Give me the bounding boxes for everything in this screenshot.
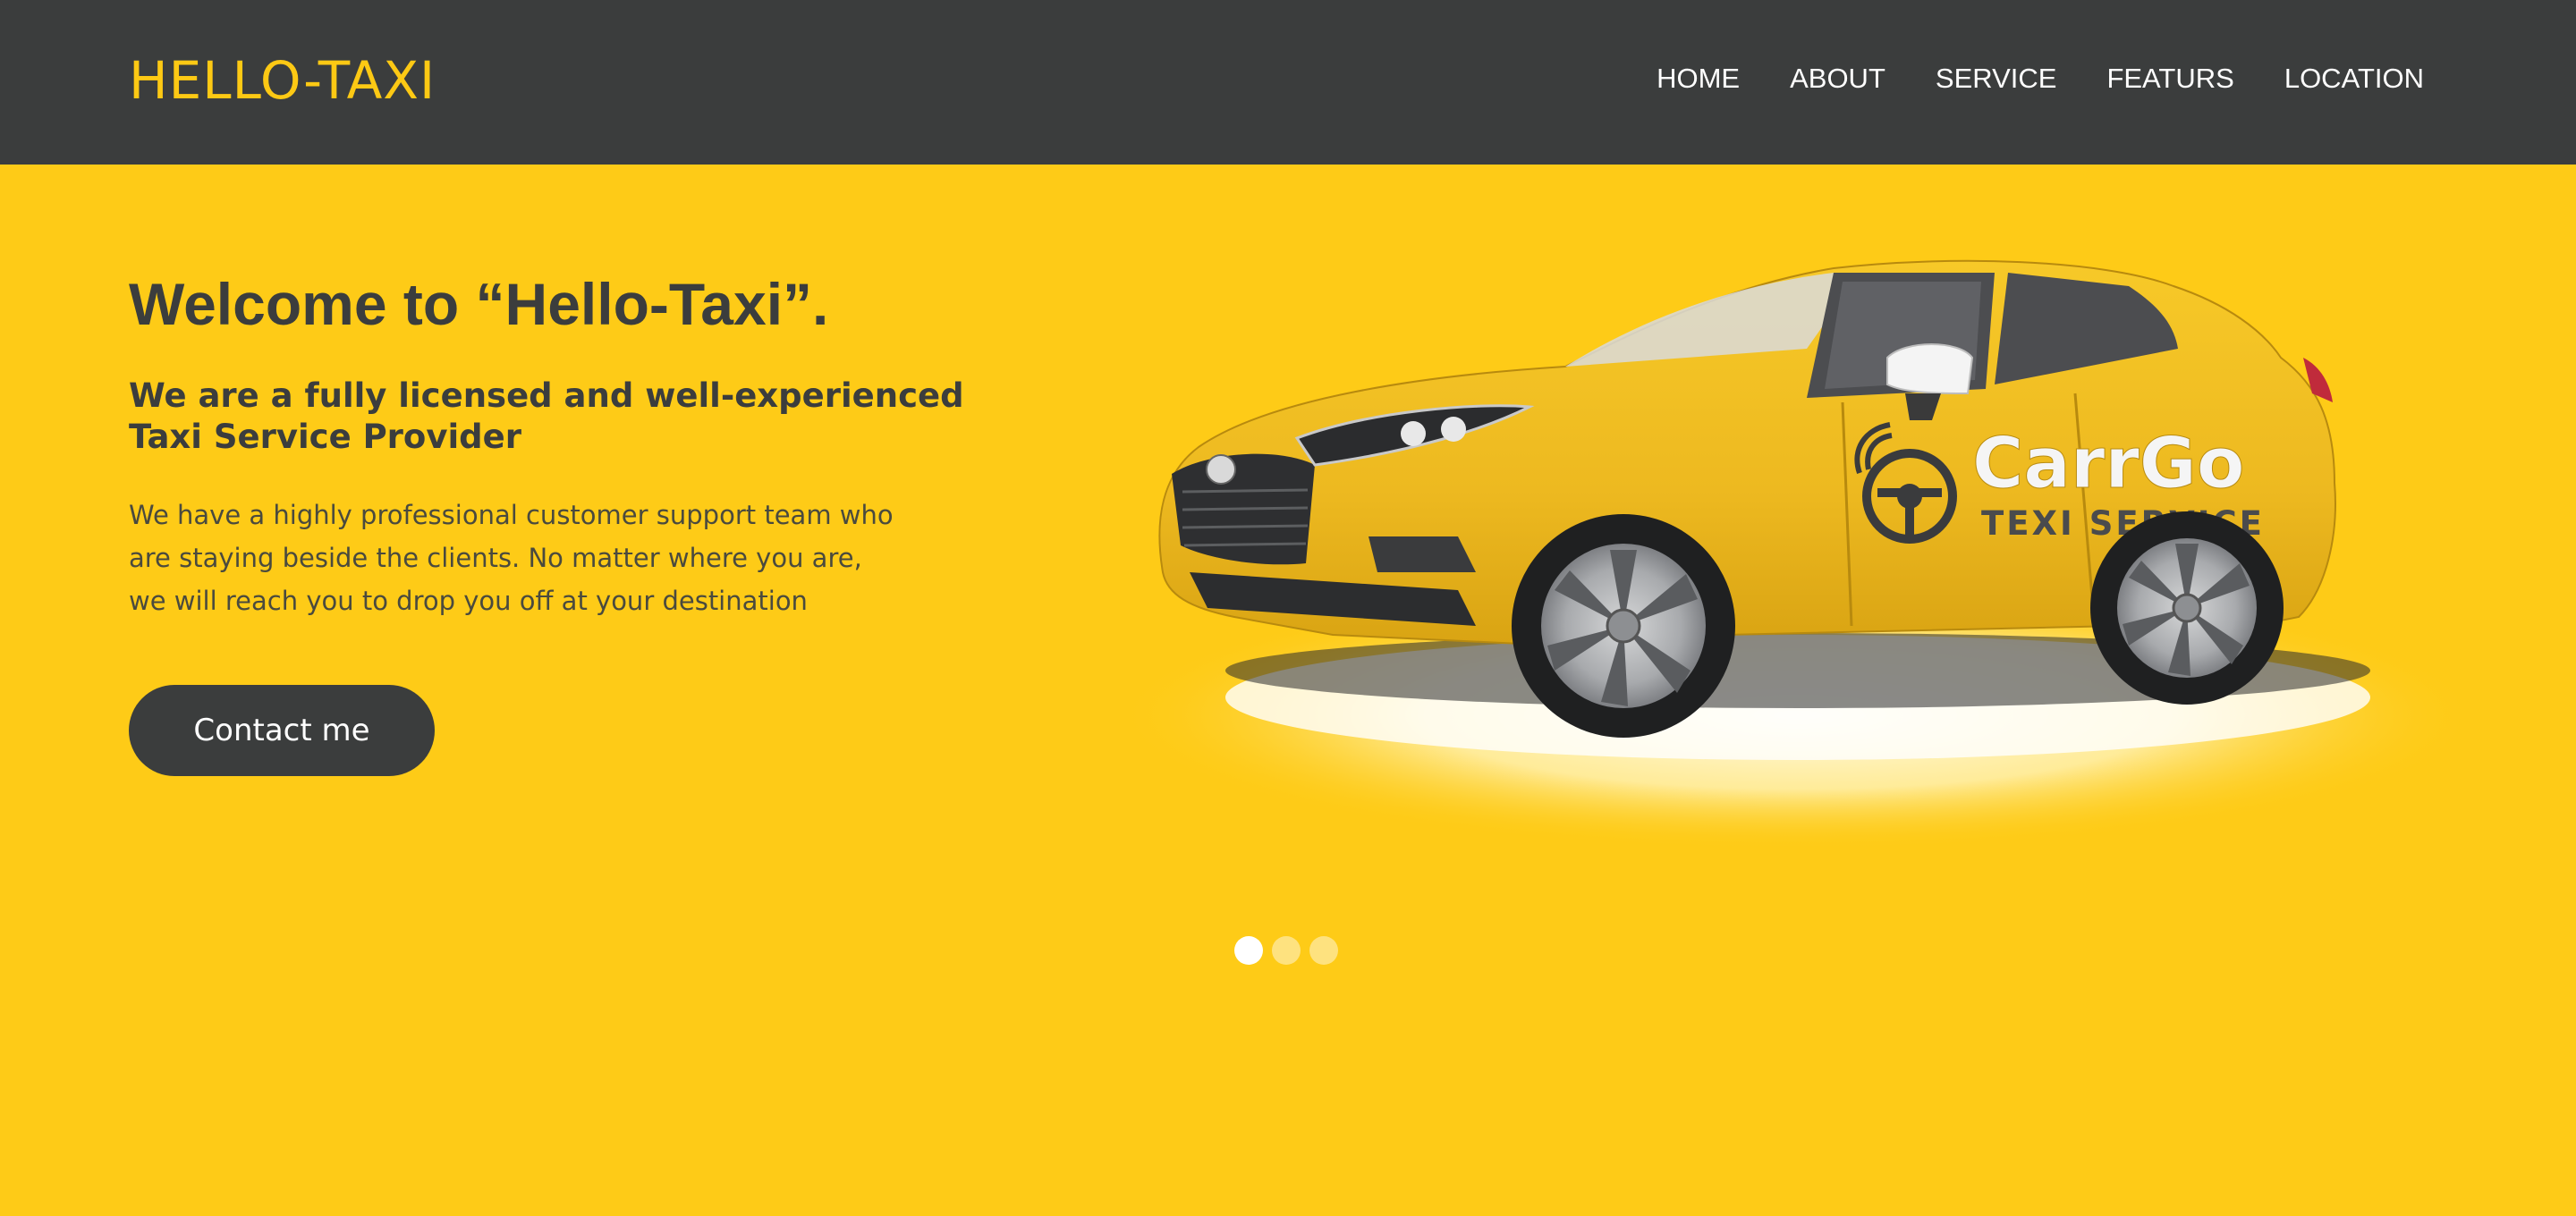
hero-title: Welcome to “Hello-Taxi”. [129, 271, 829, 337]
hero-description: We have a highly professional customer s… [129, 494, 916, 622]
slider-dot-2[interactable] [1272, 936, 1301, 965]
taxi-car-image: CarrGo TEXI SERVICE [1100, 250, 2460, 858]
hero-description-line: are staying beside the clients. No matte… [129, 543, 862, 573]
nav-item-home[interactable]: HOME [1657, 59, 1740, 98]
slider-dot-1[interactable] [1234, 936, 1263, 965]
hero-description-line: We have a highly professional customer s… [129, 500, 894, 530]
hero-subtitle-line: Taxi Service Provider [129, 418, 521, 456]
nav-item-about[interactable]: ABOUT [1790, 59, 1885, 98]
contact-me-button[interactable]: Contact me [129, 685, 435, 776]
nav-item-location[interactable]: LOCATION [2284, 59, 2424, 98]
hero-subtitle-line: We are a fully licensed and well-experie… [129, 376, 964, 415]
slider-dot-3[interactable] [1309, 936, 1338, 965]
hero-description-line: we will reach you to drop you off at you… [129, 586, 808, 616]
main-nav: HOME ABOUT SERVICE FEATURS LOCATION [1657, 59, 2424, 98]
brand-logo-text[interactable]: HELLO-TAXI [129, 48, 436, 113]
slider-dots [1234, 936, 1338, 965]
nav-item-service[interactable]: SERVICE [1936, 59, 2057, 98]
hero-subtitle: We are a fully licensed and well-experie… [129, 376, 964, 458]
top-navbar: HELLO-TAXI HOME ABOUT SERVICE FEATURS LO… [0, 0, 2576, 165]
nav-item-features[interactable]: FEATURS [2106, 59, 2233, 98]
car-brand-text: CarrGo [1972, 424, 2244, 504]
